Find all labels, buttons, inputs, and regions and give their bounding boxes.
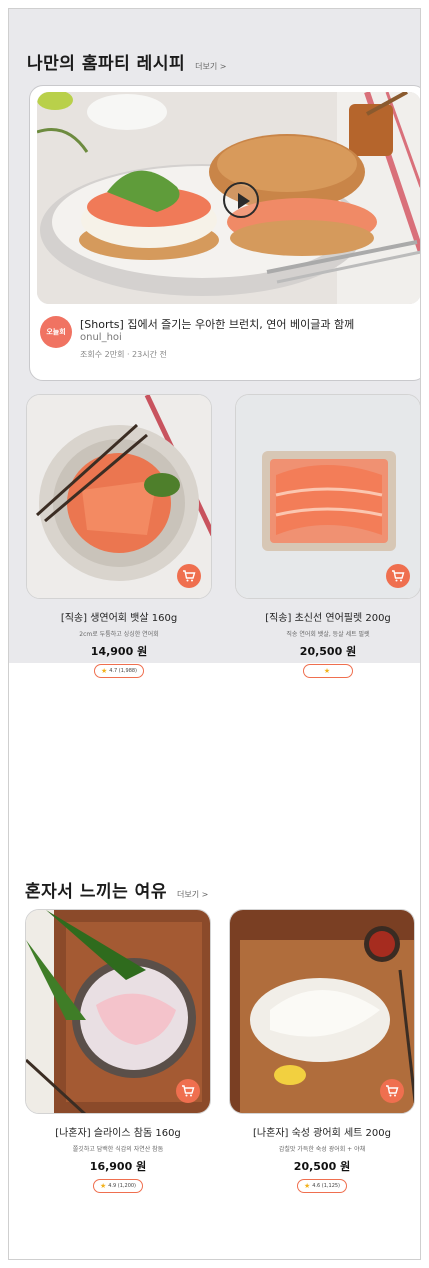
cart-icon — [386, 1085, 399, 1097]
play-icon[interactable] — [223, 182, 259, 218]
more-link[interactable]: 더보기 > — [177, 889, 208, 900]
section-title: 나만의 홈파티 레시피 — [27, 54, 186, 74]
cart-icon — [183, 570, 196, 582]
rating-value: 4.6 (1,125) — [312, 1183, 341, 1189]
product-image[interactable] — [229, 909, 415, 1114]
add-to-cart-button[interactable] — [380, 1079, 404, 1103]
cart-icon — [392, 570, 405, 582]
rating-badge: ★ — [303, 664, 353, 678]
product-card[interactable]: [직송] 생연어회 뱃살 160g 2cm로 두툼하고 싱싱한 연어회 14,9… — [26, 394, 212, 678]
product-card[interactable]: [나혼자] 숙성 광어회 세트 200g 감칠맛 가득한 숙성 광어회 + 야채… — [229, 909, 415, 1193]
more-link[interactable]: 더보기 > — [195, 61, 226, 72]
video-card[interactable]: 오늘회 [Shorts] 집에서 즐기는 우아한 브런치, 연어 베이글과 함께… — [29, 85, 420, 381]
rating-badge: ★ 4.6 (1,125) — [297, 1179, 347, 1193]
channel-avatar[interactable]: 오늘회 — [40, 316, 72, 348]
solo-header: 혼자서 느끼는 여유 더보기 > — [25, 877, 208, 902]
star-icon: ★ — [303, 1182, 311, 1190]
add-to-cart-button[interactable] — [176, 1079, 200, 1103]
product-price: 16,900 원 — [89, 1160, 147, 1173]
product-image[interactable] — [235, 394, 420, 599]
product-name[interactable]: [직송] 초신선 연어필렛 200g — [235, 609, 420, 624]
product-desc: 2cm로 두툼하고 싱싱한 연어회 — [79, 631, 159, 638]
product-image[interactable] — [25, 909, 211, 1114]
product-price: 20,500 원 — [293, 1160, 351, 1173]
product-desc: 쫄깃하고 담백한 식감의 자연산 참돔 — [72, 1146, 164, 1153]
product-price: 20,500 원 — [299, 645, 357, 658]
video-thumbnail[interactable] — [37, 92, 420, 304]
add-to-cart-button[interactable] — [177, 564, 201, 588]
star-icon: ★ — [323, 667, 331, 675]
homeparty-header: 나만의 홈파티 레시피 더보기 > — [27, 49, 226, 74]
star-icon: ★ — [100, 667, 108, 675]
product-image[interactable] — [26, 394, 212, 599]
product-desc: 직송 연어회 뱃살, 등살 세트 필렛 — [286, 631, 370, 638]
product-card[interactable]: [나혼자] 슬라이스 참돔 160g 쫄깃하고 담백한 식감의 자연산 참돔 1… — [25, 909, 211, 1193]
video-meta: 조회수 2만회 · 23시간 전 — [80, 350, 167, 359]
product-name[interactable]: [나혼자] 숙성 광어회 세트 200g — [229, 1124, 415, 1139]
cart-icon — [182, 1085, 195, 1097]
product-name[interactable]: [직송] 생연어회 뱃살 160g — [26, 609, 212, 624]
rating-value: 4.7 (1,988) — [109, 668, 138, 674]
rating-badge: ★ 4.7 (1,988) — [94, 664, 144, 678]
avatar-logo-text: 오늘회 — [46, 328, 66, 336]
product-card[interactable]: [직송] 초신선 연어필렛 200g 직송 연어회 뱃살, 등살 세트 필렛 2… — [235, 394, 420, 678]
star-icon: ★ — [99, 1182, 107, 1190]
homeparty-section: 나만의 홈파티 레시피 더보기 > 오늘회 [Shorts] 집에서 즐기는 우… — [9, 9, 420, 678]
app-screen: 나만의 홈파티 레시피 더보기 > 오늘회 [Shorts] 집에서 즐기는 우… — [8, 8, 421, 1260]
section-title: 혼자서 느끼는 여유 — [25, 882, 167, 902]
rating-badge: ★ 4.9 (1,200) — [93, 1179, 143, 1193]
product-price: 14,900 원 — [90, 645, 148, 658]
add-to-cart-button[interactable] — [386, 564, 410, 588]
video-title[interactable]: [Shorts] 집에서 즐기는 우아한 브런치, 연어 베이글과 함께 — [80, 316, 354, 332]
product-name[interactable]: [나혼자] 슬라이스 참돔 160g — [25, 1124, 211, 1139]
rating-value: 4.9 (1,200) — [108, 1183, 137, 1189]
product-desc: 감칠맛 가득한 숙성 광어회 + 야채 — [278, 1146, 366, 1153]
video-channel: onul_hoi — [80, 332, 122, 343]
